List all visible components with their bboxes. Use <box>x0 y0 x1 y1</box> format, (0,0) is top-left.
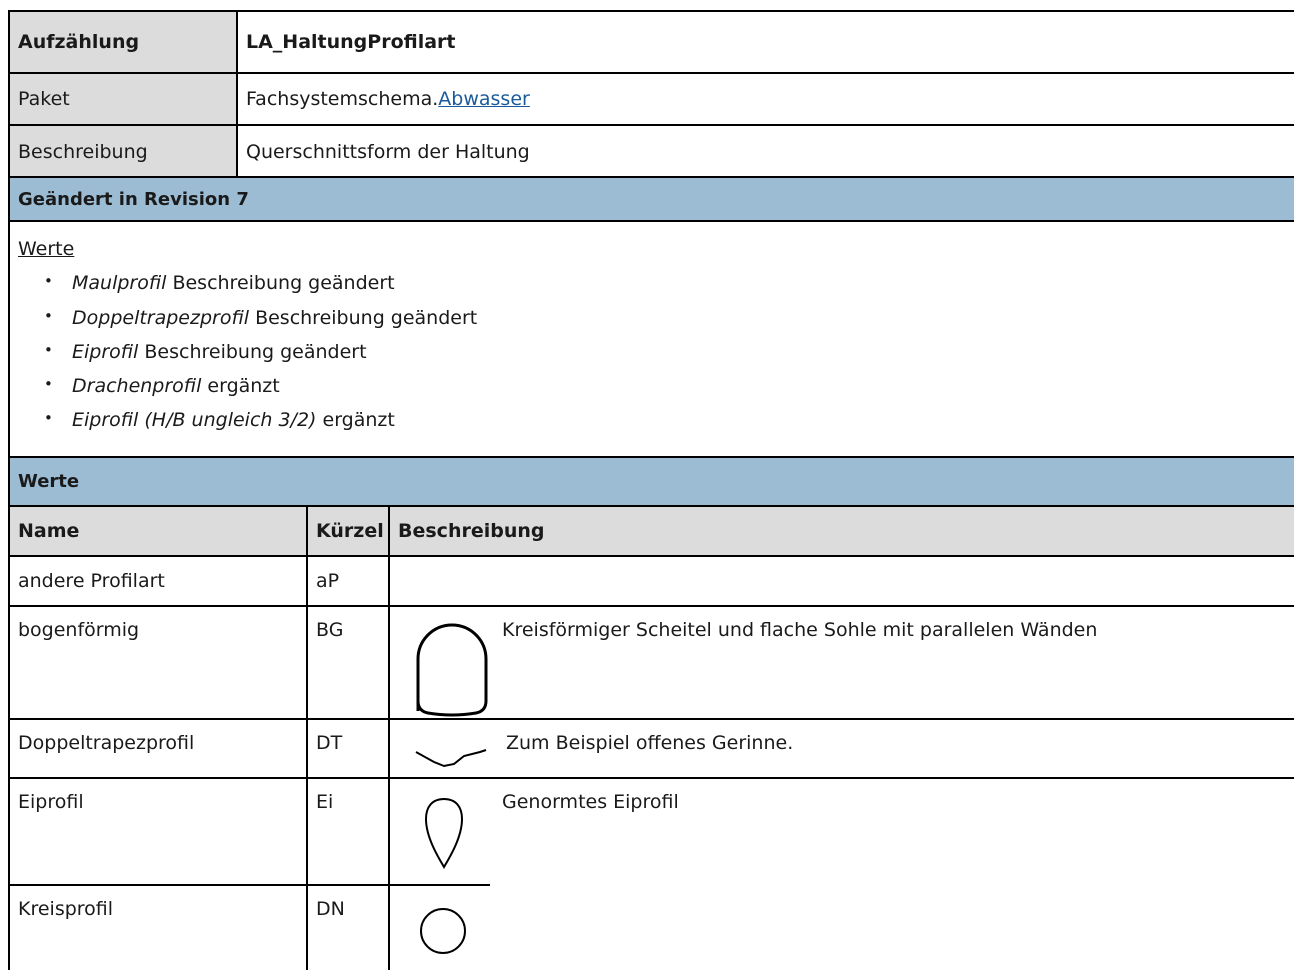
table-row-desc: Genormtes Eiprofil <box>502 791 679 813</box>
table-row-code: DT <box>316 732 343 754</box>
column-header-name: Name <box>10 507 306 555</box>
divider <box>8 72 1294 74</box>
divider <box>306 505 308 970</box>
divider <box>388 505 390 970</box>
werte-link[interactable]: Werte <box>18 238 74 260</box>
double-trapezoid-profile-icon <box>415 749 487 768</box>
werte-heading: Werte <box>10 458 1294 505</box>
divider <box>236 10 238 178</box>
table-row-code: Ei <box>316 791 334 813</box>
aufzaehlung-label: Aufzählung <box>10 12 236 72</box>
table-row-name: bogenförmig <box>18 619 140 641</box>
column-header-beschreibung: Beschreibung <box>390 507 1294 555</box>
divider <box>8 10 1294 12</box>
table-row-code: aP <box>316 570 340 592</box>
divider <box>8 10 10 178</box>
paket-label: Paket <box>10 74 236 124</box>
beschreibung-value: Querschnittsform der Haltung <box>246 141 530 163</box>
table-row-code: BG <box>316 619 344 641</box>
list-item: • Eiprofil Beschreibung geändert <box>44 341 367 363</box>
divider <box>8 456 10 970</box>
paket-value: Fachsystemschema. Abwasser <box>238 74 1294 124</box>
column-header-kuerzel: Kürzel <box>308 507 388 555</box>
table-row-name: andere Profilart <box>18 570 165 592</box>
paket-link-abwasser[interactable]: Abwasser <box>438 88 530 110</box>
divider <box>8 124 1294 126</box>
table-row-name: Eiprofil <box>18 791 84 813</box>
divider <box>8 176 10 458</box>
revision-body: Werte • Maulprofil Beschreibung geändert … <box>10 222 1294 456</box>
table-row-name: Kreisprofil <box>18 898 114 920</box>
list-item: • Doppeltrapezprofil Beschreibung geänder… <box>44 307 478 329</box>
table-row-desc: Zum Beispiel offenes Gerinne. <box>506 732 794 754</box>
list-item: • Eiprofil (H/B ungleich 3/2) ergänzt <box>44 409 395 431</box>
table-row-desc: Kreisförmiger Scheitel und flache Sohle … <box>502 619 1098 641</box>
paket-prefix: Fachsystemschema. <box>246 88 439 110</box>
list-item: • Drachenprofil ergänzt <box>44 375 280 397</box>
table-row-code: DN <box>316 898 345 920</box>
arch-profile-icon <box>416 623 488 717</box>
revision-heading: Geändert in Revision 7 <box>10 178 1294 220</box>
beschreibung-label: Beschreibung <box>10 126 236 178</box>
circle-profile-icon <box>420 908 466 954</box>
list-item: • Maulprofil Beschreibung geändert <box>44 272 395 294</box>
info-table: Aufzählung LA_HaltungProfilart Paket Fac… <box>8 10 1294 178</box>
table-row-name: Doppeltrapezprofil <box>18 732 195 754</box>
egg-profile-icon <box>424 797 464 869</box>
aufzaehlung-value: LA_HaltungProfilart <box>246 31 456 53</box>
